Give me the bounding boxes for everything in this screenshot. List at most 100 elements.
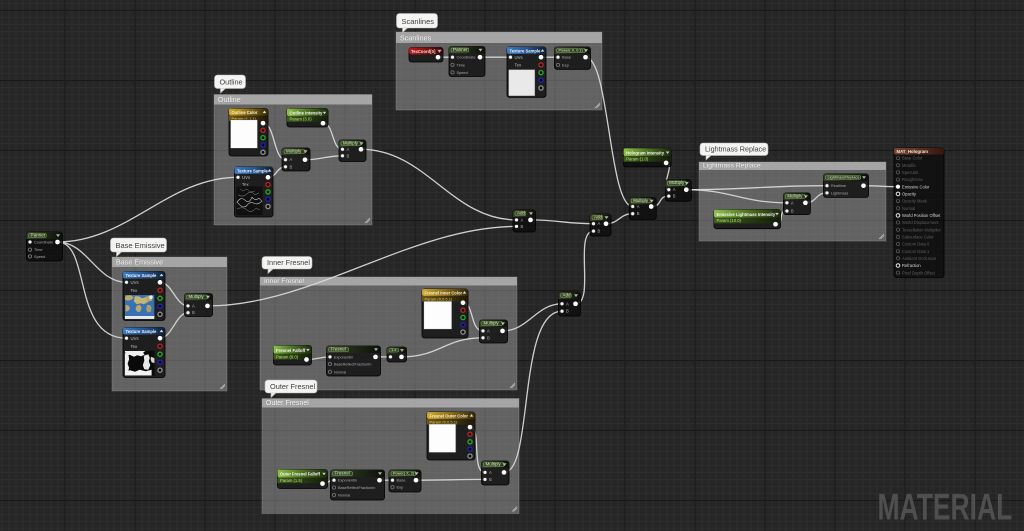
svg-text:Metallic: Metallic: [902, 163, 916, 168]
svg-text:B: B: [290, 164, 293, 169]
svg-text:UVs: UVs: [515, 55, 523, 60]
svg-text:A: A: [637, 204, 640, 209]
svg-text:A: A: [290, 157, 293, 162]
svg-text:UVs: UVs: [131, 336, 139, 341]
svg-text:Speed: Speed: [457, 70, 468, 75]
svg-text:Multiply: Multiply: [484, 321, 500, 326]
svg-text:Tessellation Multiplier: Tessellation Multiplier: [902, 227, 942, 232]
svg-text:Subsurface Color: Subsurface Color: [902, 235, 934, 240]
svg-text:Exp: Exp: [397, 485, 405, 490]
svg-text:Roughness: Roughness: [902, 177, 923, 182]
svg-text:Opacity Mask: Opacity Mask: [902, 199, 928, 204]
svg-text:Add: Add: [517, 211, 526, 216]
svg-text:Multiply: Multiply: [633, 198, 649, 203]
svg-text:B: B: [598, 229, 601, 234]
svg-text:Outer Fresnel: Outer Fresnel: [266, 400, 309, 407]
svg-text:Normal: Normal: [334, 370, 346, 374]
svg-text:Fresnel: Fresnel: [335, 471, 350, 476]
svg-text:B: B: [791, 209, 794, 214]
svg-text:A: A: [489, 470, 492, 475]
svg-text:Outline Intensity: Outline Intensity: [290, 111, 323, 116]
svg-text:Add: Add: [594, 215, 603, 220]
svg-text:BaseReflectFractionIn: BaseReflectFractionIn: [338, 486, 375, 490]
svg-text:A: A: [192, 303, 195, 308]
svg-text:A: A: [673, 187, 676, 192]
svg-text:Tex: Tex: [515, 63, 523, 68]
svg-text:Multiply: Multiply: [486, 462, 502, 467]
svg-text:B: B: [673, 194, 676, 199]
svg-text:Custom Data 1: Custom Data 1: [902, 249, 930, 254]
svg-text:Fresnel Outer Color: Fresnel Outer Color: [430, 414, 469, 419]
svg-text:BaseReflectFractionIn: BaseReflectFractionIn: [334, 363, 371, 367]
svg-text:Normal: Normal: [902, 206, 915, 211]
svg-text:Multiply: Multiply: [189, 294, 205, 299]
svg-text:Scanlines: Scanlines: [400, 33, 432, 42]
svg-text:Base Color: Base Color: [902, 156, 923, 161]
svg-text:Outline: Outline: [218, 95, 241, 104]
svg-text:Tex: Tex: [131, 344, 139, 349]
svg-text:Coordinate: Coordinate: [457, 55, 476, 60]
svg-text:A: A: [598, 221, 601, 226]
svg-text:B: B: [566, 309, 569, 314]
svg-text:UVs: UVs: [242, 175, 250, 180]
svg-text:A: A: [487, 328, 490, 333]
svg-text:Texture Sample: Texture Sample: [237, 168, 269, 173]
svg-text:MAT_Hologram: MAT_Hologram: [897, 149, 929, 154]
svg-text:Multiply: Multiply: [286, 149, 302, 154]
svg-text:Outer Fresnel: Outer Fresnel: [270, 382, 316, 391]
svg-text:Base: Base: [562, 55, 572, 60]
svg-text:Outline: Outline: [220, 78, 243, 87]
svg-text:B: B: [192, 310, 195, 315]
svg-text:Inner Fresnel: Inner Fresnel: [264, 278, 305, 285]
svg-text:Base: Base: [397, 478, 407, 483]
svg-text:Param (0,0.5,1): Param (0,0.5,1): [425, 297, 453, 302]
svg-text:Multiply: Multiply: [343, 141, 359, 146]
svg-text:Refraction: Refraction: [902, 263, 921, 268]
svg-text:B: B: [487, 335, 490, 340]
svg-text:UVs: UVs: [131, 280, 139, 285]
svg-text:Base Emissive: Base Emissive: [116, 257, 163, 266]
svg-text:Realtime: Realtime: [831, 184, 846, 188]
svg-text:Outline Color: Outline Color: [232, 110, 258, 115]
svg-text:Texture Sample: Texture Sample: [126, 329, 158, 334]
svg-text:Multiply: Multiply: [787, 193, 803, 198]
svg-text:Ambient Occlusion: Ambient Occlusion: [902, 256, 937, 261]
svg-text:A: A: [347, 147, 350, 152]
svg-text:B: B: [521, 224, 524, 229]
svg-text:Custom Data 0: Custom Data 0: [902, 242, 930, 247]
svg-text:1-x: 1-x: [391, 347, 396, 352]
svg-text:Base Emissive: Base Emissive: [116, 241, 165, 250]
svg-text:ExponentIn: ExponentIn: [334, 355, 353, 359]
svg-text:Param (1.0): Param (1.0): [626, 157, 649, 162]
svg-text:World Position Offset: World Position Offset: [902, 213, 941, 218]
svg-text:Multiply: Multiply: [669, 180, 685, 185]
svg-text:Power( X, 2): Power( X, 2): [393, 472, 415, 476]
svg-text:Speed: Speed: [34, 254, 45, 259]
svg-text:Param (10.0): Param (10.0): [717, 218, 742, 223]
svg-text:Tex: Tex: [131, 288, 139, 293]
svg-text:Lightmass Replace: Lightmass Replace: [703, 162, 761, 169]
svg-text:MATERIAL: MATERIAL: [878, 486, 1013, 527]
svg-text:TexCoord[0]: TexCoord[0]: [411, 49, 436, 54]
svg-text:LightmassReplace: LightmassReplace: [828, 174, 860, 179]
svg-text:Opacity: Opacity: [902, 192, 917, 197]
svg-text:Normal: Normal: [338, 494, 350, 498]
svg-text:Lightmass Replace: Lightmass Replace: [705, 145, 766, 154]
svg-text:B: B: [637, 211, 640, 216]
svg-text:B: B: [489, 477, 492, 482]
svg-text:Param (1.5): Param (1.5): [280, 478, 303, 483]
svg-text:Pixel Depth Offset: Pixel Depth Offset: [902, 270, 936, 275]
svg-text:ExponentIn: ExponentIn: [338, 479, 357, 483]
svg-text:Panner: Panner: [31, 233, 46, 238]
svg-text:Fresnel Inner Color: Fresnel Inner Color: [425, 291, 463, 296]
svg-text:Coordinate: Coordinate: [34, 240, 53, 245]
svg-text:A: A: [521, 217, 524, 222]
svg-text:Emissive Lightmass Intensity: Emissive Lightmass Intensity: [717, 212, 776, 217]
svg-text:Param (3.0): Param (3.0): [290, 117, 313, 122]
svg-text:Fresnel: Fresnel: [331, 347, 346, 352]
svg-text:Fresnel Falloff: Fresnel Falloff: [276, 348, 306, 353]
svg-text:Time: Time: [457, 62, 466, 67]
svg-text:World Displacement: World Displacement: [902, 220, 939, 225]
svg-text:Outer Fresnel Falloff: Outer Fresnel Falloff: [280, 472, 321, 477]
svg-text:Texture Sample: Texture Sample: [510, 48, 542, 53]
